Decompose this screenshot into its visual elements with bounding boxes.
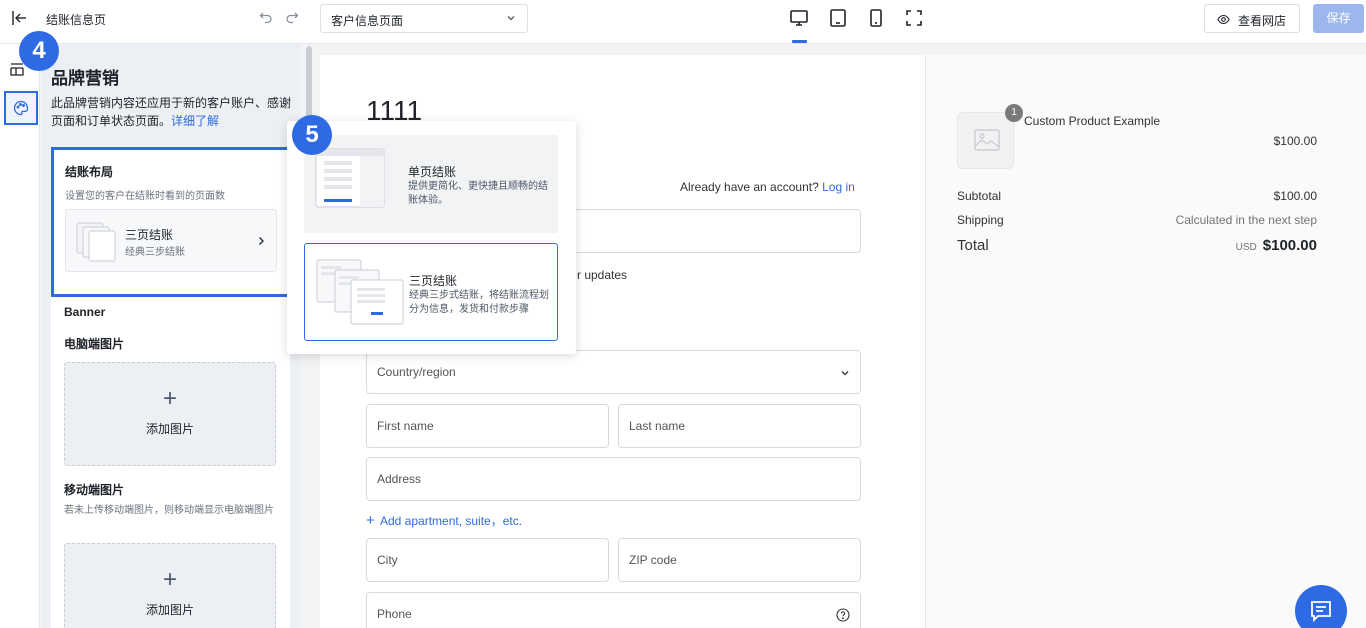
chevron-down-icon bbox=[507, 16, 515, 21]
phone-placeholder: Phone bbox=[377, 607, 412, 621]
undo-icon[interactable] bbox=[259, 10, 273, 24]
help-icon[interactable] bbox=[836, 608, 850, 622]
palette-icon bbox=[13, 100, 29, 116]
page-select-value: 客户信息页面 bbox=[331, 14, 404, 28]
view-store-label: 查看网店 bbox=[1238, 14, 1287, 28]
image-placeholder-icon bbox=[974, 129, 1000, 151]
chat-button[interactable] bbox=[1295, 585, 1347, 628]
panel-title: 品牌营销 bbox=[51, 69, 119, 88]
chat-icon bbox=[1311, 601, 1331, 623]
desktop-image-heading: 电脑端图片 bbox=[64, 337, 125, 351]
add-apartment-link[interactable]: + Add apartment, suite，etc. bbox=[366, 512, 522, 529]
updates-checkbox-label: r updates bbox=[577, 268, 628, 282]
plus-icon: + bbox=[162, 385, 177, 412]
quantity-badge: 1 bbox=[1005, 104, 1023, 122]
first-name-field[interactable]: First name bbox=[366, 404, 609, 448]
chevron-down-icon bbox=[841, 371, 849, 376]
mobile-image-description: 若未上传移动端图片，则移动端显示电脑端图片 bbox=[64, 505, 274, 516]
checkout-layout-option-subtitle: 经典三步结账 bbox=[125, 247, 185, 258]
phone-field[interactable]: Phone bbox=[366, 592, 861, 628]
checkout-layout-option-title: 三页结账 bbox=[125, 228, 174, 242]
currency-code: USD bbox=[1235, 242, 1257, 253]
fullscreen-icon[interactable] bbox=[904, 8, 924, 28]
desktop-image-upload[interactable]: + 添加图片 bbox=[64, 362, 276, 466]
view-store-button[interactable]: 查看网店 bbox=[1204, 4, 1300, 33]
checkout-layout-popover: 单页结账 提供更简化、更快捷且顺畅的结账体验。 三页结账 经典三步式结账，将结账… bbox=[287, 121, 576, 354]
checkout-layout-subtitle: 设置您的客户在结账时看到的页面数 bbox=[65, 191, 225, 202]
login-prompt-text: Already have an account? bbox=[680, 180, 819, 194]
tablet-view-icon[interactable] bbox=[828, 8, 848, 28]
checkout-layout-card: 结账布局 设置您的客户在结账时看到的页面数 三页结账 经典三步结账 bbox=[51, 147, 290, 297]
mobile-image-heading: 移动端图片 bbox=[64, 483, 125, 497]
single-page-title: 单页结账 bbox=[408, 165, 457, 179]
theme-settings-button[interactable] bbox=[4, 91, 38, 125]
city-placeholder: City bbox=[377, 553, 398, 567]
top-bar: 结账信息页 客户信息页面 查看网店 保存 bbox=[0, 0, 1366, 44]
total-label: Total bbox=[957, 237, 989, 254]
plus-icon: + bbox=[162, 566, 177, 593]
three-page-checkout-icon bbox=[76, 222, 116, 262]
panel-description: 此品牌营销内容还应用于新的客户账户、感谢页面和订单状态页面。详细了解 bbox=[51, 94, 291, 130]
last-name-field[interactable]: Last name bbox=[618, 404, 861, 448]
product-thumbnail bbox=[957, 112, 1014, 169]
country-placeholder: Country/region bbox=[377, 365, 456, 379]
page-select[interactable]: 客户信息页面 bbox=[320, 4, 528, 33]
plus-icon: + bbox=[366, 512, 375, 529]
add-apartment-label: Add apartment, suite，etc. bbox=[380, 514, 523, 528]
active-device-indicator bbox=[792, 40, 807, 43]
three-page-desc: 经典三步式结账，将结账流程划分为信息，发货和付款步骤 bbox=[409, 290, 549, 315]
branding-panel: 品牌营销 此品牌营销内容还应用于新的客户账户、感谢页面和订单状态页面。详细了解 … bbox=[41, 44, 300, 628]
add-image-label: 添加图片 bbox=[145, 603, 194, 617]
step-badge-5: 5 bbox=[292, 115, 332, 155]
country-select[interactable]: Country/region bbox=[366, 350, 861, 394]
banner-settings-card: Banner 电脑端图片 + 添加图片 移动端图片 若未上传移动端图片，则移动端… bbox=[51, 297, 290, 628]
save-button[interactable]: 保存 bbox=[1313, 4, 1364, 33]
shipping-value: Calculated in the next step bbox=[1175, 213, 1317, 227]
eye-icon bbox=[1217, 14, 1230, 25]
exit-icon[interactable] bbox=[10, 9, 28, 27]
learn-more-link[interactable]: 详细了解 bbox=[171, 114, 219, 128]
banner-heading: Banner bbox=[64, 305, 106, 319]
shipping-label: Shipping bbox=[957, 213, 1004, 227]
address-placeholder: Address bbox=[377, 472, 422, 486]
zip-field[interactable]: ZIP code bbox=[618, 538, 861, 582]
three-page-title: 三页结账 bbox=[409, 274, 458, 288]
zip-placeholder: ZIP code bbox=[629, 553, 677, 567]
three-page-checkout-option[interactable]: 三页结账 经典三步式结账，将结账流程划分为信息，发货和付款步骤 bbox=[304, 243, 558, 341]
checkout-layout-selector[interactable]: 三页结账 经典三步结账 bbox=[65, 209, 277, 272]
desktop-view-icon[interactable] bbox=[789, 8, 809, 28]
page-name: 结账信息页 bbox=[46, 13, 107, 27]
add-image-label: 添加图片 bbox=[145, 422, 194, 436]
side-rail bbox=[0, 44, 40, 628]
mobile-view-icon[interactable] bbox=[866, 8, 886, 28]
step-badge-4: 4 bbox=[19, 31, 59, 71]
first-name-placeholder: First name bbox=[377, 419, 434, 433]
single-page-illustration bbox=[315, 148, 385, 208]
chevron-right-icon bbox=[259, 237, 264, 245]
redo-icon[interactable] bbox=[285, 10, 299, 24]
total-value-row: USD $100.00 bbox=[1236, 237, 1317, 254]
last-name-placeholder: Last name bbox=[629, 419, 686, 433]
total-value: $100.00 bbox=[1262, 237, 1317, 254]
address-field[interactable]: Address bbox=[366, 457, 861, 501]
single-page-desc: 提供更简化、更快捷且顺畅的结账体验。 bbox=[408, 181, 548, 206]
product-price: $100.00 bbox=[1273, 134, 1317, 148]
subtotal-value: $100.00 bbox=[1273, 189, 1317, 203]
checkout-layout-heading: 结账布局 bbox=[65, 165, 114, 179]
city-field[interactable]: City bbox=[366, 538, 609, 582]
login-link[interactable]: Log in bbox=[822, 180, 855, 194]
order-summary: 1 Custom Product Example $100.00 Subtota… bbox=[925, 55, 1366, 628]
mobile-image-upload[interactable]: + 添加图片 bbox=[64, 543, 276, 628]
subtotal-label: Subtotal bbox=[957, 189, 1002, 203]
product-name: Custom Product Example bbox=[1024, 114, 1161, 128]
single-page-checkout-option[interactable]: 单页结账 提供更简化、更快捷且顺畅的结账体验。 bbox=[304, 135, 558, 233]
three-page-illustration bbox=[316, 259, 404, 325]
login-prompt: Already have an account? Log in bbox=[680, 180, 855, 194]
